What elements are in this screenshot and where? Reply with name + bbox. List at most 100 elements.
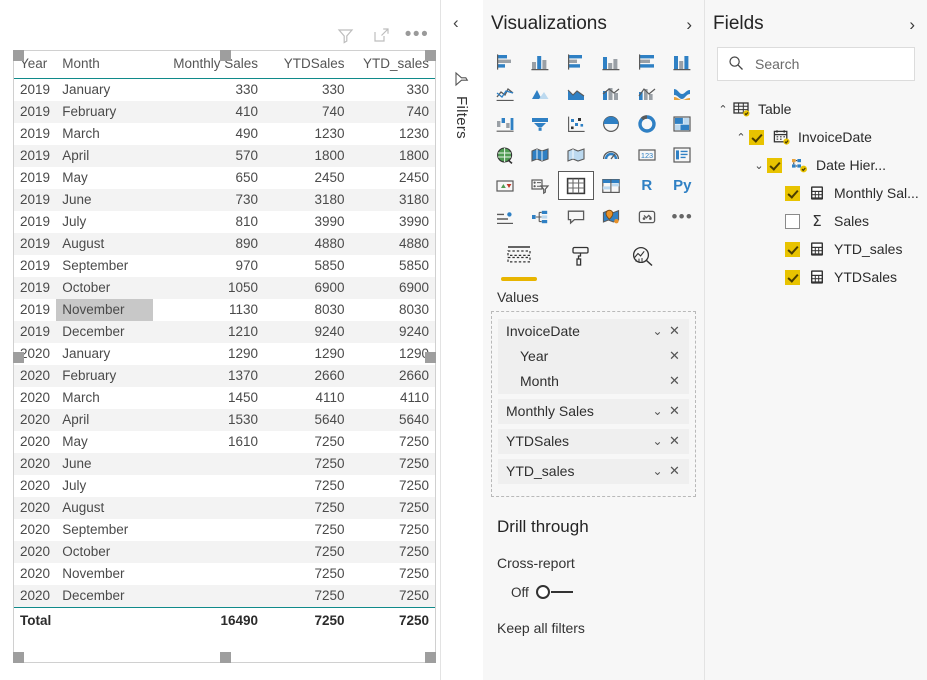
cell-month[interactable]: May [56, 431, 153, 453]
clustered-column-chart-icon[interactable] [594, 47, 630, 76]
cell-month[interactable]: March [56, 387, 153, 409]
clustered-bar-chart-icon[interactable] [558, 47, 594, 76]
cell-ytd_sales[interactable]: 7250 [350, 585, 435, 608]
cell-monthly_sales[interactable]: 650 [153, 167, 264, 189]
qa-visual-icon[interactable] [558, 202, 594, 231]
table-visual[interactable]: Year Month Monthly Sales YTDSales YTD_sa… [13, 50, 436, 663]
field-well[interactable]: Monthly Sales ⌄ ✕ [498, 398, 689, 424]
table-row[interactable]: 2019 May 650 2450 2450 [14, 167, 435, 189]
cell-monthly_sales[interactable]: 890 [153, 233, 265, 255]
cell-monthly_sales[interactable]: 1050 [153, 277, 265, 299]
table-row[interactable]: 2020 December 7250 7250 [14, 585, 435, 608]
chevron-down-icon[interactable]: ⌄ [649, 404, 666, 418]
resize-handle-bottom-center[interactable] [219, 652, 231, 663]
field-checkbox[interactable] [785, 269, 800, 285]
cell-monthly_sales[interactable] [153, 475, 264, 497]
table-row[interactable]: 2019 October 1050 6900 6900 [14, 277, 435, 299]
remove-field-icon[interactable]: ✕ [666, 433, 683, 449]
table-row[interactable]: 2019 November 1130 8030 8030 [14, 299, 435, 321]
table-icon[interactable] [558, 171, 594, 200]
resize-handle-middle-right[interactable] [425, 351, 436, 363]
column-header-monthly-sales[interactable]: Monthly Sales [153, 51, 265, 79]
python-visual-icon[interactable]: Py [665, 171, 701, 200]
cell-ytdsales[interactable]: 7250 [264, 453, 351, 475]
cell-year[interactable]: 2019 [14, 277, 57, 299]
field-well-subitem[interactable]: Month ✕ [498, 369, 689, 394]
cell-month[interactable]: May [56, 167, 153, 189]
table-row[interactable]: 2020 February 1370 2660 2660 [14, 365, 435, 387]
field-well-item[interactable]: YTD_sales ⌄ ✕ [498, 459, 689, 484]
cell-month[interactable]: March [56, 123, 153, 145]
resize-handle-top-right[interactable] [425, 50, 436, 61]
cell-month[interactable]: December [56, 585, 154, 608]
cell-year[interactable]: 2020 [14, 519, 56, 541]
cell-ytdsales[interactable]: 7250 [264, 519, 351, 541]
table-row[interactable]: 2020 April 1530 5640 5640 [14, 409, 435, 431]
cell-monthly_sales[interactable]: 1130 [153, 299, 264, 321]
cell-month[interactable]: September [56, 519, 153, 541]
cell-ytd_sales[interactable]: 3180 [350, 189, 435, 211]
field-well[interactable]: YTDSales ⌄ ✕ [498, 428, 689, 454]
table-row[interactable]: 2020 September 7250 7250 [14, 519, 435, 541]
cell-monthly_sales[interactable] [153, 453, 265, 475]
filled-map-icon[interactable] [523, 140, 559, 169]
cell-monthly_sales[interactable]: 330 [153, 79, 264, 102]
cell-year[interactable]: 2019 [14, 233, 57, 255]
filters-pane-collapsed[interactable]: ‹ Filters [440, 0, 484, 680]
cell-year[interactable]: 2020 [14, 431, 56, 453]
cell-ytd_sales[interactable]: 7250 [351, 431, 435, 453]
gauge-icon[interactable] [594, 140, 630, 169]
cell-ytdsales[interactable]: 4880 [264, 233, 351, 255]
table-row[interactable]: 2019 December 1210 9240 9240 [14, 321, 435, 343]
cell-year[interactable]: 2020 [14, 563, 56, 585]
field-well-item[interactable]: Monthly Sales ⌄ ✕ [498, 399, 689, 424]
filters-collapse-chevron-icon[interactable]: ‹ [453, 14, 459, 32]
cell-ytd_sales[interactable]: 2660 [350, 365, 435, 387]
table-row[interactable]: 2020 January 1290 1290 1290 [14, 343, 435, 365]
column-header-ytd-sales[interactable]: YTD_sales [350, 51, 435, 79]
table-row[interactable]: 2019 June 730 3180 3180 [14, 189, 435, 211]
table-row[interactable]: 2019 September 970 5850 5850 [14, 255, 435, 277]
field-tree-item[interactable]: Monthly Sal... [705, 179, 927, 207]
fields-expand-chevron-icon[interactable]: › [909, 16, 915, 33]
field-checkbox[interactable] [767, 157, 782, 173]
cell-month[interactable]: November [56, 563, 153, 585]
cell-month[interactable]: September [56, 255, 153, 277]
cell-year[interactable]: 2019 [14, 255, 56, 277]
cell-ytd_sales[interactable]: 7250 [351, 563, 435, 585]
cell-year[interactable]: 2019 [14, 167, 56, 189]
resize-handle-top-left[interactable] [13, 50, 24, 61]
cell-ytdsales[interactable]: 3180 [264, 189, 351, 211]
cell-month[interactable]: August [56, 497, 154, 519]
cell-monthly_sales[interactable]: 1210 [153, 321, 265, 343]
column-header-month[interactable]: Month [56, 51, 154, 79]
cell-ytd_sales[interactable]: 7250 [351, 475, 435, 497]
get-more-visuals-icon[interactable]: ••• [665, 202, 701, 231]
cell-ytd_sales[interactable]: 8030 [351, 299, 435, 321]
resize-handle-bottom-right[interactable] [425, 652, 436, 663]
waterfall-chart-icon[interactable] [487, 109, 523, 138]
cell-ytdsales[interactable]: 7250 [264, 563, 351, 585]
field-tree-item[interactable]: ⌃ Table [705, 95, 927, 123]
field-tree-item[interactable]: ⌄ Date Hier... [705, 151, 927, 179]
cell-year[interactable]: 2019 [14, 101, 57, 123]
cell-ytdsales[interactable]: 4110 [264, 387, 351, 409]
funnel-chart-icon[interactable] [523, 109, 559, 138]
cell-month[interactable]: February [56, 101, 154, 123]
cell-ytdsales[interactable]: 7250 [264, 585, 351, 608]
cell-month[interactable]: July [56, 211, 153, 233]
field-checkbox[interactable] [749, 129, 764, 145]
cell-year[interactable]: 2019 [14, 189, 57, 211]
chevron-down-icon[interactable]: ⌄ [649, 324, 666, 338]
table-row[interactable]: 2020 May 1610 7250 7250 [14, 431, 435, 453]
kpi-icon[interactable] [487, 171, 523, 200]
area-chart-icon[interactable] [523, 78, 559, 107]
column-header-ytdsales[interactable]: YTDSales [264, 51, 351, 79]
field-well-item[interactable]: YTDSales ⌄ ✕ [498, 429, 689, 454]
arcgis-maps-icon[interactable] [594, 202, 630, 231]
r-script-visual-icon[interactable]: R [629, 171, 665, 200]
table-row[interactable]: 2019 August 890 4880 4880 [14, 233, 435, 255]
cell-monthly_sales[interactable]: 970 [153, 255, 264, 277]
matrix-icon[interactable] [594, 171, 630, 200]
cell-monthly_sales[interactable]: 810 [153, 211, 264, 233]
